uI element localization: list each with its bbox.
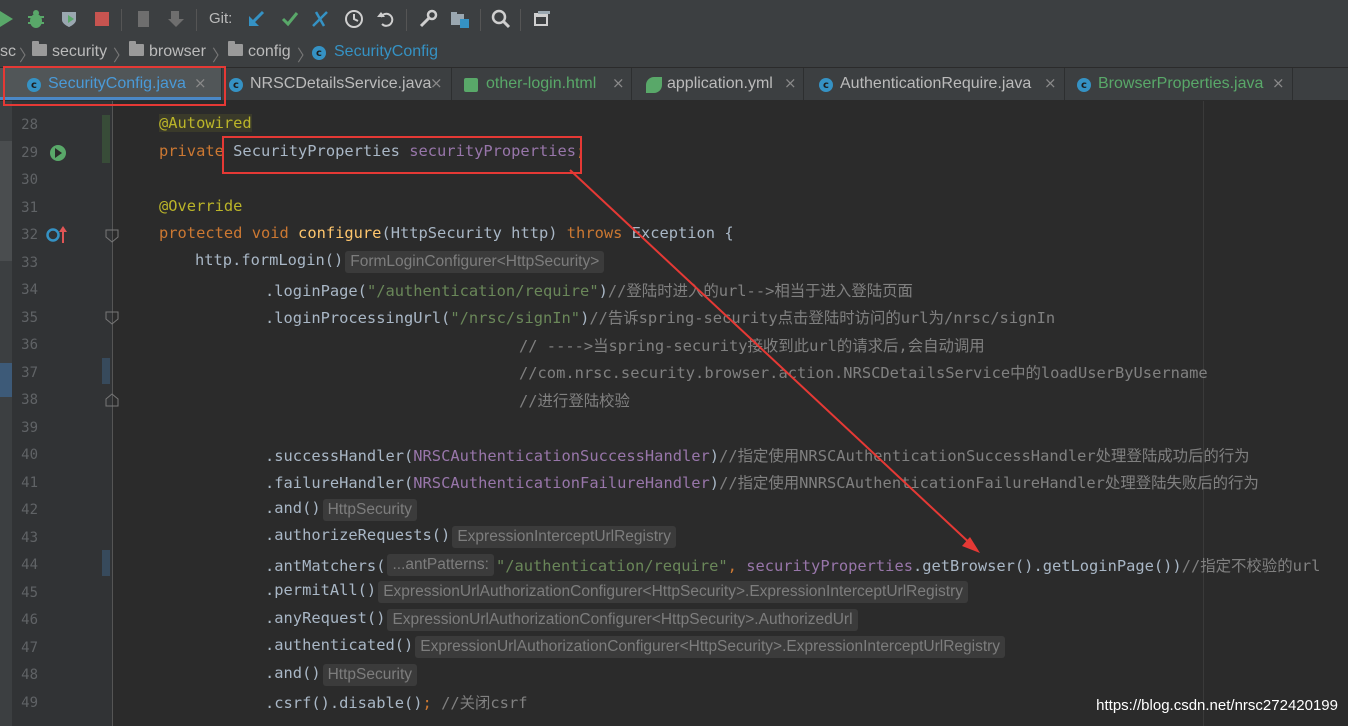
watermark: https://blog.csdn.net/nrsc272420199: [1096, 697, 1338, 714]
annotation-arrow: [569, 169, 980, 553]
